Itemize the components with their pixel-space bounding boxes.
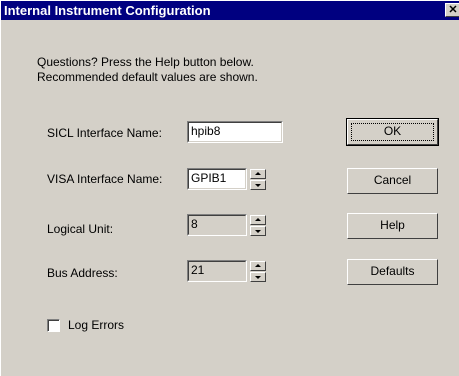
intro-line-1: Questions? Press the Help button below.: [37, 55, 254, 69]
visa-interface-label: VISA Interface Name:: [47, 172, 163, 186]
visa-spin-up-button[interactable]: [250, 169, 266, 179]
visa-interface-input[interactable]: GPIB1: [187, 168, 247, 190]
arrow-down-icon: [255, 230, 261, 233]
log-errors-checkbox[interactable]: [47, 319, 60, 332]
cancel-button-label: Cancel: [373, 173, 412, 187]
visa-interface-spinner[interactable]: [250, 169, 266, 190]
bus-address-value: 21: [188, 261, 246, 281]
arrow-down-icon: [255, 276, 261, 279]
logical-unit-value: 8: [188, 215, 246, 235]
help-button-label: Help: [380, 218, 405, 232]
ok-button-label: OK: [383, 124, 402, 138]
visa-spin-down-button[interactable]: [250, 180, 266, 190]
log-errors-label[interactable]: Log Errors: [68, 318, 124, 332]
bus-address-input[interactable]: 21: [187, 260, 247, 282]
help-button[interactable]: Help: [347, 213, 438, 239]
bus-address-label: Bus Address:: [47, 266, 118, 280]
logical-unit-label: Logical Unit:: [47, 222, 114, 236]
sicl-interface-label: SICL Interface Name:: [47, 126, 162, 140]
arrow-down-icon: [255, 184, 261, 187]
dialog-window: Internal Instrument Configuration ✕ Ques…: [0, 0, 459, 376]
logical-unit-spin-down-button[interactable]: [250, 226, 266, 236]
title-bar[interactable]: Internal Instrument Configuration ✕: [1, 1, 459, 20]
ok-button[interactable]: OK: [346, 118, 439, 146]
window-title: Internal Instrument Configuration: [4, 3, 211, 18]
arrow-up-icon: [255, 218, 261, 221]
bus-address-spinner[interactable]: [250, 261, 266, 282]
cancel-button[interactable]: Cancel: [347, 168, 438, 194]
logical-unit-spinner[interactable]: [250, 215, 266, 236]
defaults-button[interactable]: Defaults: [347, 259, 438, 285]
logical-unit-input[interactable]: 8: [187, 214, 247, 236]
close-icon[interactable]: ✕: [445, 3, 459, 17]
intro-line-2: Recommended default values are shown.: [37, 70, 258, 84]
intro-text: Questions? Press the Help button below. …: [37, 55, 258, 85]
arrow-up-icon: [255, 264, 261, 267]
logical-unit-spin-up-button[interactable]: [250, 215, 266, 225]
defaults-button-label: Defaults: [370, 264, 415, 278]
sicl-interface-value: hpib8: [188, 122, 282, 142]
arrow-up-icon: [255, 172, 261, 175]
bus-address-spin-up-button[interactable]: [250, 261, 266, 271]
visa-interface-value: GPIB1: [188, 169, 246, 189]
bus-address-spin-down-button[interactable]: [250, 272, 266, 282]
sicl-interface-input[interactable]: hpib8: [187, 121, 283, 143]
